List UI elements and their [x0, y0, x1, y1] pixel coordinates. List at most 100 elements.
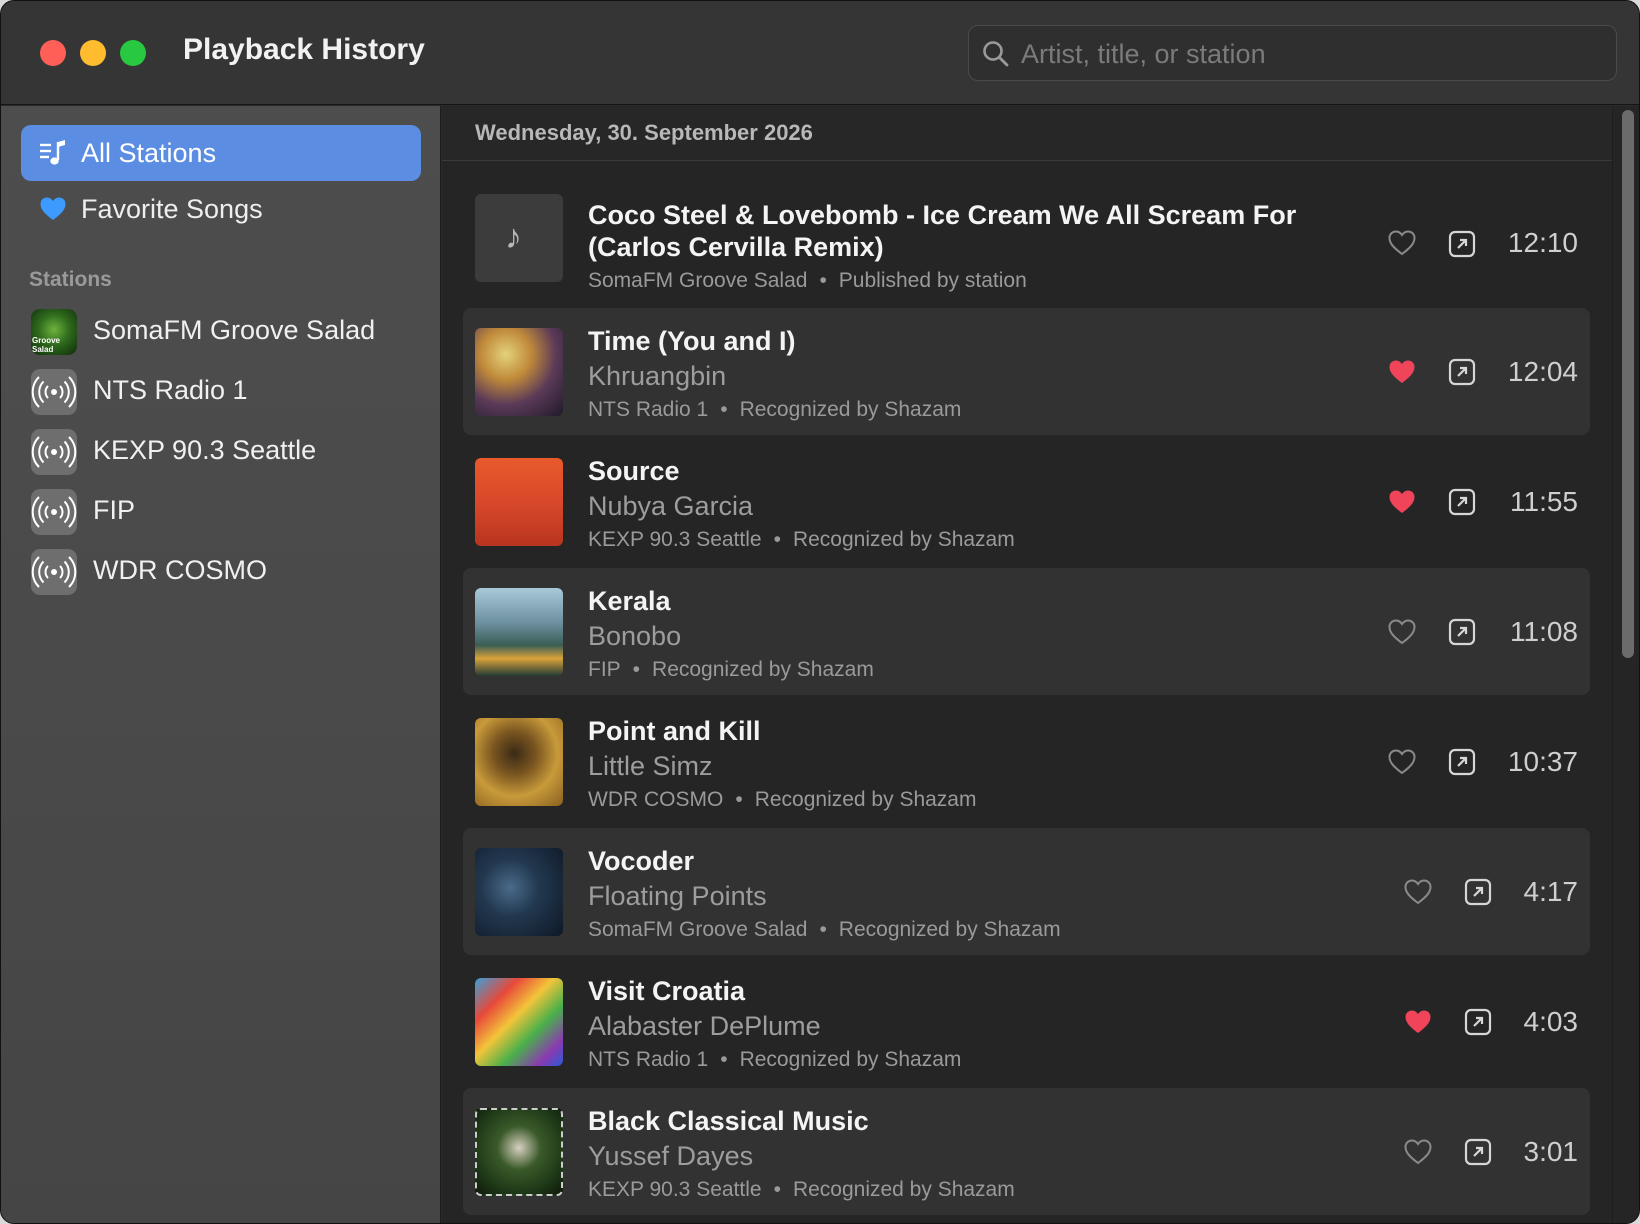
track-title: Kerala	[588, 586, 671, 616]
share-icon[interactable]	[1464, 1138, 1492, 1166]
sidebar-item-favorite-songs[interactable]: Favorite Songs	[21, 181, 421, 237]
track-source: Recognized by Shazam	[838, 918, 1061, 941]
track-station: NTS Radio 1	[588, 398, 709, 421]
favorite-heart-outline-icon[interactable]	[1403, 1138, 1433, 1166]
sidebar-station-nts-radio-1[interactable]: NTS Radio 1	[29, 369, 429, 419]
album-artwork	[475, 458, 563, 546]
track-artist: Nubya Garcia	[588, 491, 754, 521]
station-artwork: Groove Salad	[31, 309, 77, 355]
track-row[interactable]: Kerala Bonobo FIP • Recognized by Shazam 1…	[463, 568, 1590, 695]
track-source: Recognized by Shazam	[739, 398, 962, 421]
scrollbar-track[interactable]	[1612, 106, 1639, 1223]
scrollbar-thumb[interactable]	[1622, 110, 1634, 658]
track-station: KEXP 90.3 Seattle	[588, 1178, 762, 1201]
sidebar-item-label: All Stations	[81, 137, 217, 168]
share-icon[interactable]	[1448, 618, 1476, 646]
station-name: NTS Radio 1	[93, 375, 248, 405]
track-row[interactable]: Source Nubya Garcia KEXP 90.3 Seattle • Re…	[463, 438, 1590, 565]
sidebar: All Stations Favorite Songs Stations Gro…	[1, 106, 441, 1223]
track-source: Recognized by Shazam	[792, 1178, 1015, 1201]
track-station: WDR COSMO	[588, 788, 724, 811]
share-icon[interactable]	[1448, 748, 1476, 776]
track-title: Coco Steel & Lovebomb - Ice Cream We All…	[588, 200, 1297, 230]
track-station: KEXP 90.3 Seattle	[588, 528, 762, 551]
broadcast-icon	[31, 549, 77, 595]
station-name: FIP	[93, 495, 136, 525]
track-row[interactable]: Time (You and I) Khruangbin NTS Radio 1 •…	[463, 308, 1590, 435]
favorite-heart-outline-icon[interactable]	[1403, 878, 1433, 906]
track-row[interactable]: Visit Croatia Alabaster DePlume NTS Radi…	[463, 958, 1590, 1085]
favorite-heart-outline-icon[interactable]	[1387, 618, 1417, 646]
track-station: SomaFM Groove Salad	[588, 918, 808, 941]
music-note-icon: ♪	[475, 194, 563, 282]
track-station: FIP	[588, 658, 621, 681]
separator-dot: •	[632, 658, 641, 681]
track-source: Recognized by Shazam	[652, 658, 874, 681]
date-header-label: Wednesday, 30. September 2026	[475, 120, 813, 145]
track-row[interactable]: ♪ Coco Steel & Lovebomb - Ice Cream We A…	[463, 181, 1590, 308]
sidebar-station-fip[interactable]: FIP	[29, 489, 429, 539]
track-source: Recognized by Shazam	[739, 1048, 962, 1071]
favorite-heart-outline-icon[interactable]	[1387, 748, 1417, 776]
track-meta: SomaFM Groove Salad • Published by station	[588, 269, 1027, 293]
share-icon[interactable]	[1448, 230, 1476, 258]
search-field[interactable]	[968, 25, 1617, 81]
close-window-button[interactable]	[40, 40, 66, 66]
track-row[interactable]: Black Classical Music Yussef Dayes KEXP …	[463, 1088, 1590, 1215]
sidebar-item-all-stations[interactable]: All Stations	[21, 125, 421, 181]
track-artist: Khruangbin	[588, 361, 727, 391]
station-name: SomaFM Groove Salad	[93, 315, 376, 345]
sidebar-station-wdr-cosmo[interactable]: WDR COSMO	[29, 549, 429, 599]
track-time: 4:03	[1523, 1006, 1579, 1037]
favorite-heart-filled-icon[interactable]	[1387, 488, 1417, 516]
share-icon[interactable]	[1464, 878, 1492, 906]
track-title: Visit Croatia	[588, 976, 746, 1006]
track-artist: Bonobo	[588, 621, 682, 651]
track-meta: NTS Radio 1 • Recognized by Shazam	[588, 398, 961, 422]
sidebar-station-somafm-groove-salad[interactable]: Groove Salad SomaFM Groove Salad	[29, 309, 429, 359]
album-artwork	[475, 718, 563, 806]
track-artist: Alabaster DePlume	[588, 1011, 821, 1041]
stations-section-label: Stations	[29, 268, 112, 291]
station-name: WDR COSMO	[93, 555, 267, 585]
app-window: Playback History All Stations	[0, 0, 1640, 1224]
favorite-heart-filled-icon[interactable]	[1403, 1008, 1433, 1036]
music-list-icon	[40, 140, 65, 165]
history-list: Wednesday, 30. September 2026 ♪ Coco Ste…	[442, 106, 1612, 1223]
date-header: Wednesday, 30. September 2026	[442, 106, 1612, 161]
track-time: 4:17	[1523, 876, 1579, 907]
track-meta: FIP • Recognized by Shazam	[588, 658, 874, 682]
track-title: Vocoder	[588, 846, 695, 876]
favorite-heart-outline-icon[interactable]	[1387, 229, 1417, 257]
share-icon[interactable]	[1448, 358, 1476, 386]
separator-dot: •	[819, 269, 827, 292]
sidebar-item-label: Favorite Songs	[81, 193, 263, 224]
sidebar-station-kexp[interactable]: KEXP 90.3 Seattle	[29, 429, 429, 479]
share-icon[interactable]	[1464, 1008, 1492, 1036]
broadcast-icon	[31, 489, 77, 535]
track-artist: Yussef Dayes	[588, 1141, 754, 1171]
separator-dot: •	[819, 918, 827, 941]
track-row[interactable]: Vocoder Floating Points SomaFM Groove Sa…	[463, 828, 1590, 955]
share-icon[interactable]	[1448, 488, 1476, 516]
track-meta: WDR COSMO • Recognized by Shazam	[588, 788, 976, 812]
album-artwork	[475, 588, 563, 676]
album-artwork	[475, 1108, 563, 1196]
search-input[interactable]	[1021, 34, 1601, 74]
track-time: 12:04	[1507, 356, 1578, 387]
track-source: Recognized by Shazam	[754, 788, 977, 811]
separator-dot: •	[773, 528, 781, 551]
favorite-heart-filled-icon[interactable]	[1387, 358, 1417, 386]
album-artwork	[475, 328, 563, 416]
zoom-window-button[interactable]	[120, 40, 146, 66]
separator-dot: •	[773, 1178, 781, 1201]
track-row[interactable]: Point and Kill Little Simz WDR COSMO • Rec…	[463, 698, 1590, 825]
separator-dot: •	[720, 398, 728, 421]
album-artwork	[475, 848, 563, 936]
track-time: 11:08	[1510, 616, 1578, 647]
track-meta: NTS Radio 1 • Recognized by Shazam	[588, 1048, 961, 1072]
track-title-line2: (Carlos Cervilla Remix)	[588, 232, 884, 262]
minimize-window-button[interactable]	[80, 40, 106, 66]
track-station: NTS Radio 1	[588, 1048, 709, 1071]
separator-dot: •	[720, 1048, 728, 1071]
